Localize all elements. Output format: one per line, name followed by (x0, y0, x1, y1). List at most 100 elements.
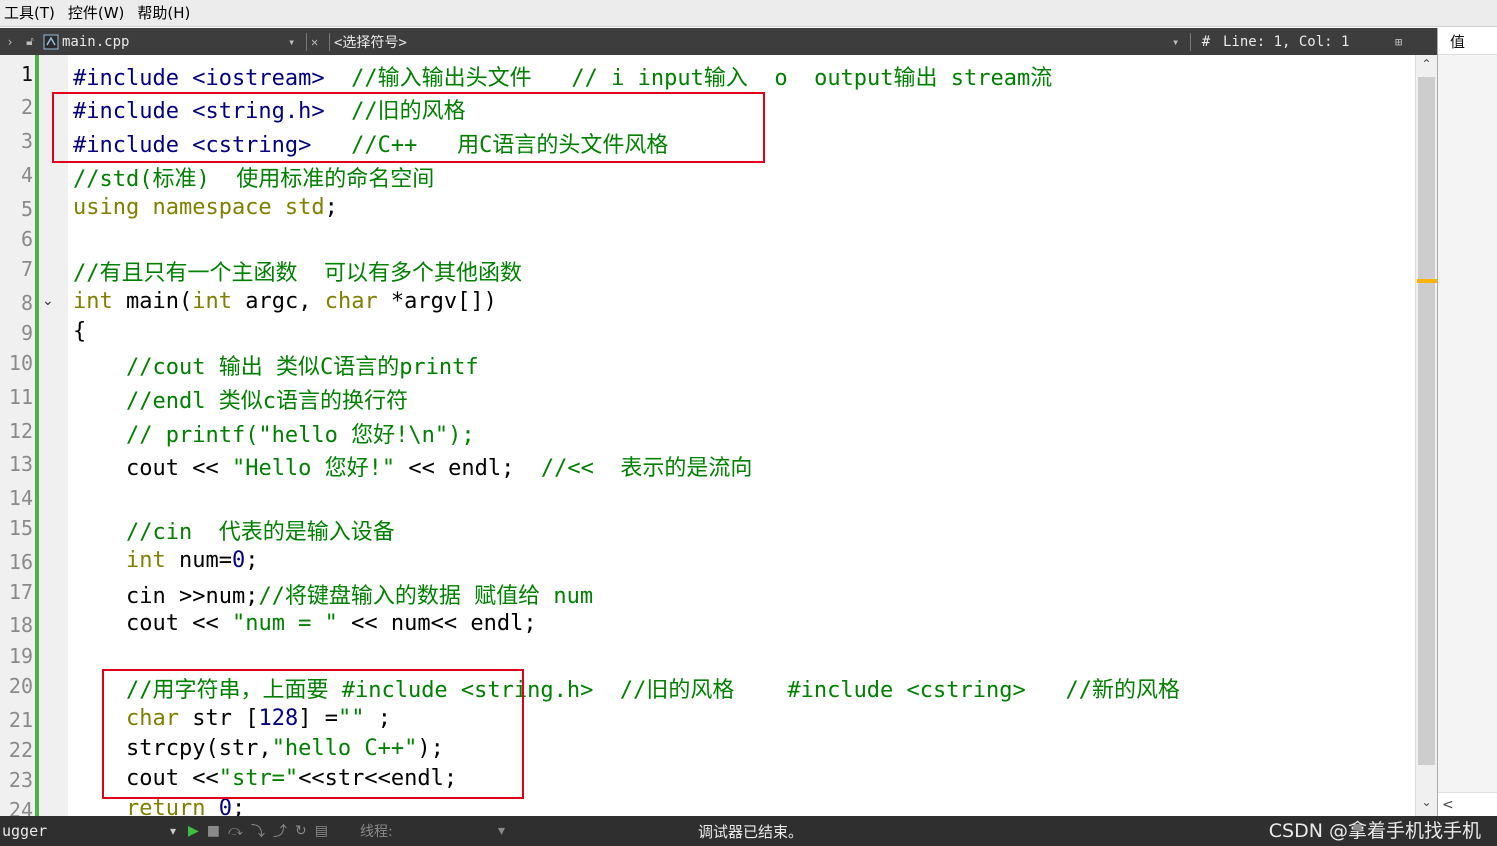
debugger-dropdown-icon[interactable]: ▾ (170, 824, 188, 838)
code-token: return (125, 796, 206, 816)
debug-toolbar: ▶ ■ ⤼ ⤵ ⤴ ↻ ▤ (188, 821, 360, 841)
code-line: //endl 类似c语言的换行符 (73, 383, 408, 415)
code-token: char (324, 289, 378, 314)
code-token: << endl; (395, 456, 541, 481)
thread-dropdown-icon[interactable]: ▾ (498, 823, 698, 839)
step-into-icon[interactable]: ⤵ (251, 821, 265, 841)
menu-tools[interactable]: 工具(T) (0, 0, 64, 27)
menu-help[interactable]: 帮助(H) (133, 0, 199, 27)
close-icon[interactable]: ✕ (311, 35, 325, 49)
code-token: int (73, 289, 113, 314)
line-number: 2 (20, 95, 33, 119)
code-line: return 0; (73, 796, 245, 816)
code-token: { (73, 319, 87, 344)
code-token: "num = " (231, 611, 338, 636)
line-number: 11 (8, 385, 33, 409)
code-line: cin >>num;//将键盘输入的数据 赋值给 num (73, 578, 593, 610)
code-token: main( (112, 289, 193, 314)
symbol-dropdown-icon[interactable]: ▾ (1172, 35, 1186, 49)
code-token: int (125, 548, 166, 573)
stack-icon[interactable]: ▤ (315, 823, 328, 839)
code-token: int (192, 289, 232, 314)
highlight-box-headers (52, 92, 765, 163)
code-line: int num=0; (73, 548, 258, 573)
symbol-selector[interactable]: <选择符号> (334, 32, 1172, 52)
line-number: 22 (8, 738, 33, 762)
scroll-marker (1417, 279, 1437, 283)
line-number: 5 (20, 197, 33, 221)
file-dropdown-icon[interactable]: ▾ (288, 35, 302, 49)
code-token: *argv[]) (377, 289, 497, 314)
step-out-icon[interactable]: ⤴ (273, 821, 287, 841)
line-number: 17 (8, 580, 33, 604)
code-line: cout << "Hello 您好!" << endl; //<< 表示的是流向 (73, 450, 752, 482)
step-over-icon[interactable]: ⤼ (228, 823, 243, 839)
side-panel: 值 < (1437, 28, 1497, 816)
value-column-header: 值 (1438, 28, 1497, 55)
lock-icon[interactable]: 🔓︎ (20, 34, 40, 49)
line-number: 14 (8, 486, 33, 510)
code-token: argc, (231, 289, 325, 314)
line-number-gutter: 1 2 3 4 5 6 7 8 9 10 11 12 13 14 15 16 17 18 19 20 21 22 23 24 ⌄ (0, 55, 68, 816)
separator (329, 32, 330, 51)
restart-icon[interactable]: ↻ (295, 823, 307, 839)
code-token: // printf("hello 您好!\n"); (125, 423, 475, 448)
code-line: // printf("hello 您好!\n"); (73, 417, 475, 449)
code-token: //std(标准) 使用标准的命名空间 (73, 167, 435, 192)
line-number: 12 (8, 419, 33, 443)
code-token: ; (231, 796, 246, 816)
menu-bar: 工具(T) 控件(W) 帮助(H) (0, 0, 1497, 27)
debug-stop-icon[interactable]: ■ (207, 823, 220, 839)
watermark: CSDN @拿着手机找手机 (1268, 820, 1481, 842)
status-message: 调试器已结束。 (698, 822, 804, 841)
line-number: 10 (8, 351, 33, 375)
code-token: 0 (218, 796, 232, 816)
code-token: ; (245, 548, 259, 573)
scroll-up-icon[interactable]: ⌃ (1416, 57, 1437, 71)
scroll-thumb[interactable] (1418, 77, 1435, 765)
code-token: //cin 代表的是输入设备 (125, 520, 395, 545)
collapse-left-icon[interactable]: < (1438, 792, 1497, 816)
line-number: 20 (8, 674, 33, 698)
vertical-scrollbar[interactable]: ⌃ ⌄ (1415, 55, 1437, 816)
code-line: cout << "num = " << num<< endl; (73, 611, 537, 636)
code-token: using namespace std (73, 195, 325, 220)
code-line: //cout 输出 类似C语言的printf (73, 349, 479, 381)
debugger-label: ugger (2, 822, 48, 840)
separator (306, 32, 307, 51)
menu-widgets[interactable]: 控件(W) (64, 0, 134, 27)
line-number: 15 (8, 516, 33, 540)
thread-label: 线程: (360, 824, 393, 840)
cpp-file-icon (40, 34, 62, 50)
code-line: int main(int argc, char *argv[]) (73, 289, 497, 314)
nav-forward-icon[interactable]: › (0, 35, 20, 49)
code-token: //有且只有一个主函数 可以有多个其他函数 (73, 261, 522, 286)
code-token: ; (324, 195, 338, 220)
file-name[interactable]: main.cpp (62, 34, 288, 50)
code-line: using namespace std; (73, 195, 338, 220)
code-line: { (73, 319, 86, 344)
line-number: 18 (8, 613, 33, 637)
line-number: 3 (20, 129, 33, 153)
split-icon[interactable]: ⊞ (1395, 35, 1415, 49)
scroll-down-icon[interactable]: ⌄ (1416, 795, 1437, 809)
code-token: 0 (231, 548, 246, 573)
line-number: 6 (20, 227, 33, 251)
code-line: #include <iostream> //输入输出头文件 // i input… (73, 60, 1052, 92)
code-editor[interactable]: 1 2 3 4 5 6 7 8 9 10 11 12 13 14 15 16 17 18 19 20 21 22 23 24 ⌄… (0, 55, 1415, 816)
debug-run-icon[interactable]: ▶ (188, 823, 199, 839)
code-token: //将键盘输入的数据 赋值给 num (258, 584, 594, 609)
line-number: 19 (8, 644, 33, 668)
highlight-box-string (102, 669, 524, 799)
separator (1190, 32, 1191, 51)
line-number: 21 (8, 708, 33, 732)
line-number: 16 (8, 550, 33, 574)
line-number: 23 (8, 768, 33, 792)
code-token: cout << (73, 611, 232, 636)
fold-chevron-icon[interactable]: ⌄ (42, 293, 54, 309)
code-token: //输入输出头文件 // i input输入 o output输出 stream… (351, 66, 1053, 91)
